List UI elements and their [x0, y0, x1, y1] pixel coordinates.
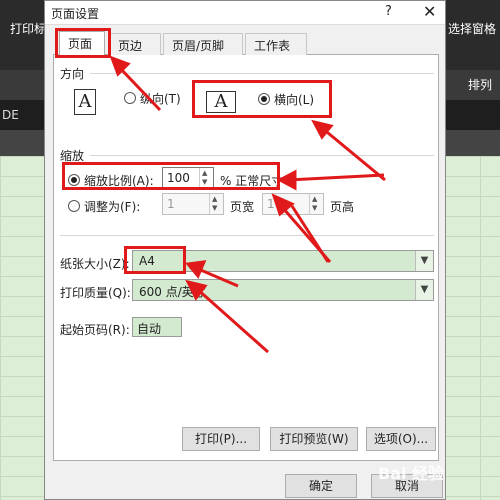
print-preview-button[interactable]: 打印预览(W) — [270, 427, 358, 451]
fit-to-label[interactable]: 调整为(F): — [84, 198, 140, 215]
paper-size-label: 纸张大小(Z): — [60, 257, 130, 271]
highlight-scale-percent — [62, 162, 280, 190]
scaling-divider — [90, 155, 434, 156]
tab-header-footer[interactable]: 页眉/页脚 — [163, 33, 243, 55]
fit-tall-spin-buttons[interactable]: ▲ ▼ — [309, 194, 323, 214]
tab-sheet[interactable]: 工作表 — [245, 33, 307, 55]
spin-up-icon[interactable]: ▲ — [312, 195, 317, 203]
spin-down-icon[interactable]: ▼ — [312, 204, 317, 212]
paper-divider — [60, 235, 434, 236]
fit-tall-value: 1 — [267, 197, 275, 211]
ribbon-selection-pane-fragment[interactable]: 选择窗格 — [448, 20, 496, 37]
orientation-section-label: 方向 — [60, 67, 85, 81]
first-page-number-field[interactable]: 自动 — [132, 317, 182, 337]
watermark: Bai 经验 — [378, 464, 445, 483]
portrait-label[interactable]: 纵向(T) — [140, 90, 181, 107]
print-quality-select[interactable]: 600 点/英寸 ▼ — [132, 279, 434, 301]
tab-margins[interactable]: 页边距 — [109, 33, 161, 70]
fit-wide-suffix: 页宽 — [230, 200, 255, 214]
chevron-down-icon[interactable]: ▼ — [415, 280, 433, 300]
dialog-title: 页面设置 — [51, 7, 100, 21]
spin-down-icon[interactable]: ▼ — [212, 204, 217, 212]
options-button[interactable]: 选项(O)... — [366, 427, 436, 451]
orientation-divider — [90, 73, 434, 74]
name-box[interactable]: DE — [2, 108, 19, 122]
ribbon-print-titles-fragment[interactable]: 打印标 — [10, 20, 46, 37]
fit-wide-value: 1 — [167, 197, 175, 211]
help-icon[interactable]: ? — [385, 4, 392, 19]
close-icon[interactable]: ✕ — [423, 2, 436, 21]
ribbon-group-arrange: 排列 — [468, 78, 493, 92]
first-page-value: 自动 — [137, 322, 162, 336]
highlight-landscape — [192, 80, 332, 118]
fit-to-radio[interactable] — [68, 200, 80, 212]
portrait-page-icon: A — [74, 89, 96, 115]
print-quality-label: 打印质量(Q): — [60, 286, 131, 300]
fit-tall-stepper[interactable]: 1 ▲ ▼ — [262, 193, 324, 215]
fit-wide-spin-buttons[interactable]: ▲ ▼ — [209, 194, 223, 214]
highlight-paper-size — [124, 246, 186, 274]
spin-up-icon[interactable]: ▲ — [212, 195, 217, 203]
fit-wide-stepper[interactable]: 1 ▲ ▼ — [162, 193, 224, 215]
page-setup-dialog: 页面设置 ? ✕ 页面 页边距 页眉/页脚 工作表 方向 A 纵向(T) A 横… — [44, 0, 446, 500]
fit-tall-suffix: 页高 — [330, 200, 355, 214]
dialog-titlebar[interactable]: 页面设置 ? ✕ — [45, 1, 445, 25]
highlight-page-tab — [55, 28, 111, 58]
print-button[interactable]: 打印(P)... — [182, 427, 260, 451]
first-page-label: 起始页码(R): — [60, 323, 130, 337]
ok-button[interactable]: 确定 — [285, 474, 357, 498]
print-quality-value: 600 点/英寸 — [139, 285, 206, 299]
portrait-radio[interactable] — [124, 92, 136, 104]
chevron-down-icon[interactable]: ▼ — [415, 251, 433, 271]
